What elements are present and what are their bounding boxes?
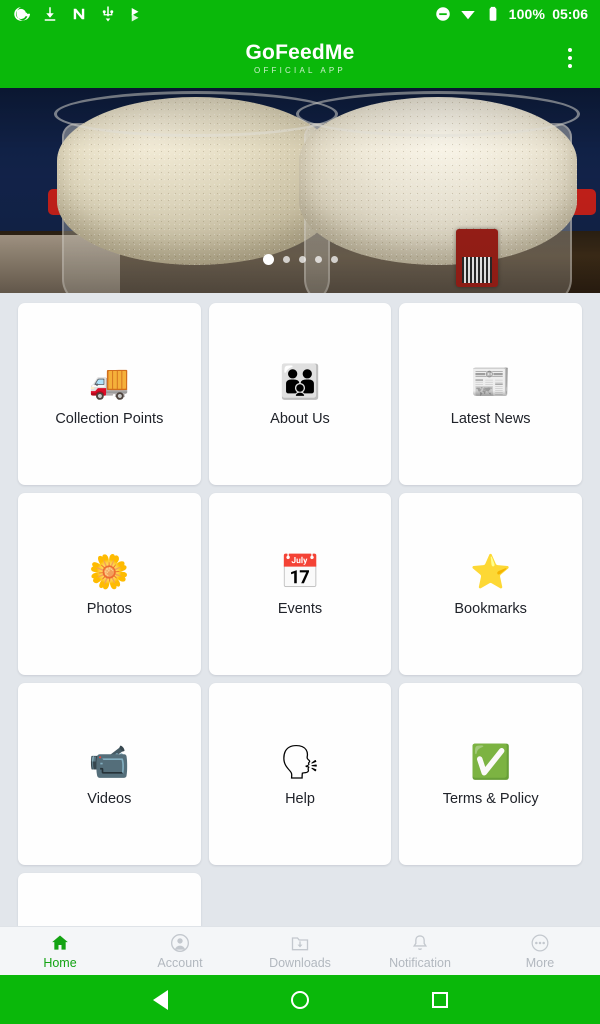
nav-label: Notification xyxy=(389,956,451,970)
video-camera-icon: 📹 xyxy=(88,742,130,780)
nav-label: Downloads xyxy=(269,956,331,970)
battery-level: 100% xyxy=(508,6,546,22)
tile-about-us[interactable]: 👪 About Us xyxy=(208,303,392,485)
bell-icon xyxy=(409,932,431,954)
star-icon: ⭐ xyxy=(470,552,512,590)
tile-label: About Us xyxy=(270,411,330,427)
video-player-icon xyxy=(131,8,139,22)
carousel-dot[interactable] xyxy=(314,256,322,263)
nova-launcher-icon xyxy=(73,8,85,20)
tile-bookmarks[interactable]: ⭐ Bookmarks xyxy=(399,493,582,675)
nav-label: More xyxy=(525,956,555,970)
account-icon xyxy=(169,932,191,954)
newspaper-icon: 📰 xyxy=(470,362,512,400)
recents-square-icon[interactable] xyxy=(425,985,455,1015)
app-brand: GoFeedMe OFFICIAL APP xyxy=(246,42,355,75)
delivery-truck-icon: 🚚 xyxy=(88,362,130,400)
nav-item-notification[interactable]: Notification xyxy=(360,932,480,970)
tile-help[interactable]: 🗣 Help xyxy=(208,683,392,865)
more-vertical-icon[interactable] xyxy=(548,28,592,88)
bottom-navigation: Home Account Downloads Notification More xyxy=(0,926,600,975)
tile-label: Terms & Policy xyxy=(442,791,539,807)
nav-label: Home xyxy=(43,956,77,970)
battery-full-icon xyxy=(489,6,496,21)
nav-label: Account xyxy=(157,956,203,970)
tile-label: Photos xyxy=(86,601,132,617)
photos-flower-icon: 🌼 xyxy=(88,552,130,590)
tile-label: Help xyxy=(285,791,315,807)
nav-item-account[interactable]: Account xyxy=(120,932,240,970)
carousel-dot[interactable] xyxy=(262,254,274,265)
tile-terms-policy[interactable]: ✅ Terms & Policy xyxy=(399,683,582,865)
clock: 05:06 xyxy=(552,6,588,22)
tile-events[interactable]: 📅 Events xyxy=(208,493,392,675)
tile-partial-next-row[interactable] xyxy=(18,873,201,926)
google-icon xyxy=(14,7,30,21)
calendar-icon: 📅 xyxy=(279,552,321,590)
back-triangle-icon[interactable] xyxy=(145,985,175,1015)
android-system-nav xyxy=(0,975,600,1024)
tile-photos[interactable]: 🌼 Photos xyxy=(18,493,201,675)
app-title: GoFeedMe xyxy=(245,40,355,64)
tile-videos[interactable]: 📹 Videos xyxy=(18,683,201,865)
home-circle-icon[interactable] xyxy=(285,985,315,1015)
do-not-disturb-icon xyxy=(435,7,450,21)
status-bar: 100% 05:06 xyxy=(0,0,600,28)
status-bar-right-icons: 100% 05:06 xyxy=(434,5,588,23)
people-group-icon: 👪 xyxy=(279,362,321,400)
wifi-icon xyxy=(460,11,475,20)
carousel-dots[interactable] xyxy=(0,254,600,265)
menu-grid: 🚚 Collection Points 👪 About Us 📰 Latest … xyxy=(18,303,582,926)
more-horizontal-icon xyxy=(529,932,551,954)
download-icon xyxy=(44,7,56,21)
tile-label: Events xyxy=(277,601,323,617)
menu-grid-scroll[interactable]: 🚚 Collection Points 👪 About Us 📰 Latest … xyxy=(0,293,600,926)
nav-item-more[interactable]: More xyxy=(480,932,600,970)
person-speech-bubble-icon: 🗣 xyxy=(279,742,321,780)
nav-item-downloads[interactable]: Downloads xyxy=(240,932,360,970)
nav-item-home[interactable]: Home xyxy=(0,932,120,970)
app-subtitle: OFFICIAL APP xyxy=(254,65,346,75)
status-bar-left-icons xyxy=(12,5,146,23)
app-root: 100% 05:06 GoFeedMe OFFICIAL APP 🚚 Colle… xyxy=(0,0,600,1024)
downloads-folder-icon xyxy=(289,932,311,954)
tile-label: Collection Points xyxy=(55,411,164,427)
tile-label: Videos xyxy=(87,791,132,807)
tile-label: Bookmarks xyxy=(454,601,527,617)
tile-latest-news[interactable]: 📰 Latest News xyxy=(399,303,582,485)
tile-collection-points[interactable]: 🚚 Collection Points xyxy=(18,303,201,485)
carousel-dot[interactable] xyxy=(330,256,338,263)
verified-check-icon: ✅ xyxy=(470,742,512,780)
banner-carousel[interactable] xyxy=(0,88,600,293)
carousel-dot[interactable] xyxy=(298,256,306,263)
app-bar: GoFeedMe OFFICIAL APP xyxy=(0,28,600,88)
home-icon xyxy=(49,932,71,954)
carousel-dot[interactable] xyxy=(282,256,290,263)
usb-icon xyxy=(102,6,114,22)
tile-label: Latest News xyxy=(450,411,531,427)
